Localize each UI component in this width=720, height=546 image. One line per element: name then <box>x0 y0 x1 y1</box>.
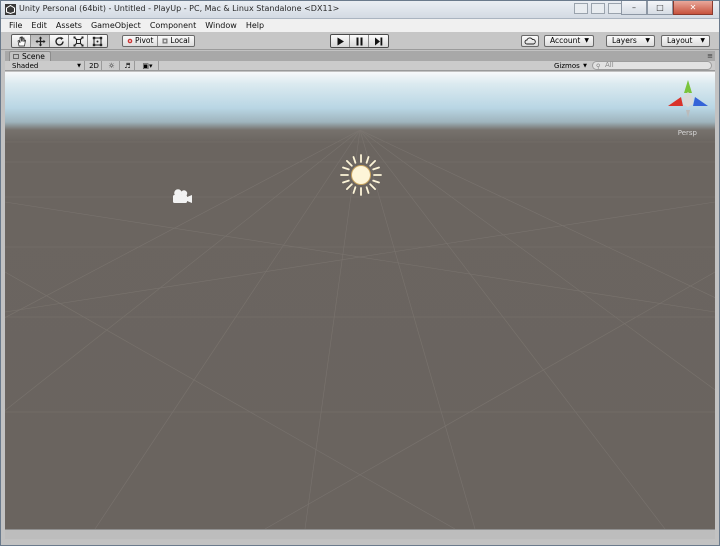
rect-tool-icon <box>92 36 103 46</box>
camera-icon[interactable] <box>169 188 193 206</box>
rotate-tool-icon <box>54 36 64 46</box>
gizmos-label: Gizmos <box>554 62 580 70</box>
window-extra-icon[interactable] <box>591 3 605 14</box>
rect-tool-button[interactable] <box>88 35 107 47</box>
pivot-toggle[interactable]: Pivot <box>123 36 159 46</box>
transform-tools <box>11 34 108 48</box>
pivot-icon <box>127 38 133 44</box>
menu-window[interactable]: Window <box>201 19 242 32</box>
2d-mode-label: 2D <box>89 62 99 70</box>
cloud-services-button[interactable] <box>521 35 539 47</box>
unity-editor-window: Unity Personal (64bit) - Untitled - Play… <box>0 0 720 546</box>
scene-effects-dropdown[interactable]: ▣▾ <box>137 61 159 71</box>
y-axis-cone[interactable] <box>684 80 692 93</box>
search-placeholder: All <box>605 61 614 69</box>
window-title: Unity Personal (64bit) - Untitled - Play… <box>19 4 340 13</box>
directional-light-icon[interactable] <box>339 153 383 197</box>
scene-view-toolbar: Shaded ▼ 2D ☼ ♬ ▣▾ Gizmos ▼ ⚲ All <box>5 61 715 71</box>
move-tool-icon <box>35 36 45 46</box>
shading-mode-label: Shaded <box>12 62 39 70</box>
title-bar[interactable]: Unity Personal (64bit) - Untitled - Play… <box>1 1 719 19</box>
scene-tab-icon <box>13 54 19 59</box>
scene-lighting-toggle[interactable]: ☼ <box>104 61 120 71</box>
chevron-down-icon: ▼ <box>77 63 81 69</box>
menu-assets[interactable]: Assets <box>52 19 87 32</box>
play-button[interactable] <box>331 35 350 47</box>
pause-button[interactable] <box>350 35 369 47</box>
gizmo-center-cube[interactable] <box>683 92 693 107</box>
audio-icon: ♬ <box>124 62 131 70</box>
menu-file[interactable]: File <box>5 19 27 32</box>
pause-icon <box>356 37 362 45</box>
main-toolbar: Pivot Local Account ▼ Layers ▼ Layout ▼ <box>1 32 719 50</box>
shading-mode-dropdown[interactable]: Shaded ▼ <box>9 61 85 71</box>
caption-buttons: – □ ✕ <box>621 1 713 15</box>
layers-label: Layers <box>612 36 637 45</box>
x-axis-cone[interactable] <box>668 97 683 106</box>
scene-audio-toggle[interactable]: ♬ <box>121 61 135 71</box>
close-button[interactable]: ✕ <box>673 1 713 15</box>
hand-tool-icon <box>17 35 26 46</box>
local-label: Local <box>170 36 190 45</box>
2d-mode-toggle[interactable]: 2D <box>87 61 102 71</box>
menu-component[interactable]: Component <box>146 19 201 32</box>
account-label: Account <box>550 36 581 45</box>
cloud-icon <box>524 37 536 45</box>
lighting-icon: ☼ <box>108 62 115 70</box>
local-icon <box>162 38 168 44</box>
rotate-tool-button[interactable] <box>50 35 69 47</box>
menu-help[interactable]: Help <box>242 19 269 32</box>
scale-tool-button[interactable] <box>69 35 88 47</box>
z-axis-cone[interactable] <box>693 97 708 106</box>
close-icon: ✕ <box>689 3 697 12</box>
scene-tab-bar: Scene ≡ <box>5 51 715 62</box>
tab-menu-icon[interactable]: ≡ <box>707 52 713 60</box>
play-icon <box>337 37 344 45</box>
layout-label: Layout <box>667 36 693 45</box>
move-tool-button[interactable] <box>31 35 50 47</box>
layers-dropdown[interactable]: Layers ▼ <box>606 35 655 47</box>
projection-label[interactable]: Persp <box>678 129 697 137</box>
search-icon: ⚲ <box>596 63 601 70</box>
window-extra-icon[interactable] <box>608 3 622 14</box>
playback-controls <box>330 34 389 48</box>
unity-logo-icon <box>5 4 16 15</box>
status-bar <box>5 529 715 539</box>
scale-tool-icon <box>73 36 83 46</box>
maximize-icon: □ <box>656 3 664 12</box>
pivot-handle-toggles: Pivot Local <box>122 35 195 47</box>
menu-gameobject[interactable]: GameObject <box>87 19 146 32</box>
scene-tab-label: Scene <box>22 52 45 61</box>
account-dropdown[interactable]: Account ▼ <box>544 35 594 47</box>
local-toggle[interactable]: Local <box>158 36 194 46</box>
menu-edit[interactable]: Edit <box>27 19 52 32</box>
menu-bar: File Edit Assets GameObject Component Wi… <box>1 19 719 32</box>
gizmos-dropdown[interactable]: Gizmos ▼ <box>551 61 589 71</box>
chevron-down-icon: ▼ <box>700 37 705 44</box>
step-icon <box>375 37 383 45</box>
chevron-down-icon: ▼ <box>583 63 587 69</box>
window-extra-icon[interactable] <box>574 3 588 14</box>
scene-viewport[interactable]: Persp <box>5 72 715 529</box>
chevron-down-icon: ▼ <box>645 37 650 44</box>
chevron-down-icon: ▼ <box>584 37 589 44</box>
hierarchy-search-input[interactable]: ⚲ All <box>592 61 712 70</box>
scene-grid <box>5 129 715 529</box>
step-button[interactable] <box>369 35 388 47</box>
hand-tool-button[interactable] <box>12 35 31 47</box>
minimize-icon: – <box>632 3 636 12</box>
image-effects-icon: ▣▾ <box>142 62 153 70</box>
orientation-gizmo[interactable] <box>665 76 711 122</box>
layout-dropdown[interactable]: Layout ▼ <box>661 35 710 47</box>
neg-y-axis-cone[interactable] <box>686 110 690 118</box>
pivot-label: Pivot <box>135 36 154 45</box>
maximize-button[interactable]: □ <box>647 1 673 15</box>
minimize-button[interactable]: – <box>621 1 647 15</box>
